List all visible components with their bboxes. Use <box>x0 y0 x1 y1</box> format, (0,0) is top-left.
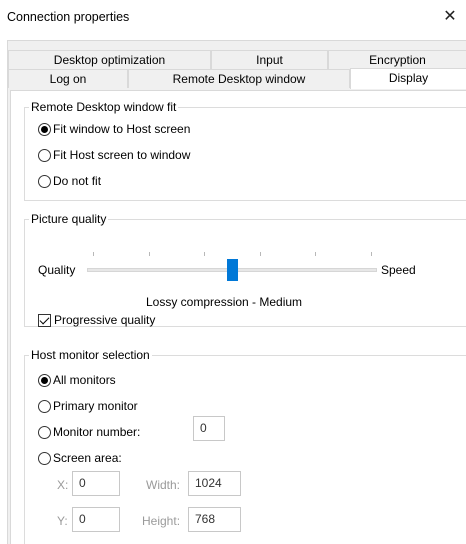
fit-host-to-window-radio[interactable] <box>38 148 51 162</box>
do-not-fit-option[interactable]: Do not fit <box>38 173 101 189</box>
close-icon[interactable]: ✕ <box>440 8 460 26</box>
slider-tick <box>93 252 94 256</box>
slider-tick <box>371 252 372 256</box>
height-field[interactable]: 768 <box>188 507 241 532</box>
compression-caption: Lossy compression - Medium <box>146 295 303 309</box>
all-monitors-option[interactable]: All monitors <box>38 372 116 388</box>
x-label: X: <box>57 478 69 492</box>
screen-area-option[interactable]: Screen area: <box>38 450 122 466</box>
slider-tick <box>204 252 205 256</box>
window-title: Connection properties <box>7 10 130 24</box>
tab-input[interactable]: Input <box>211 50 328 69</box>
do-not-fit-label: Do not fit <box>53 174 102 188</box>
monitor-number-label: Monitor number: <box>53 425 141 439</box>
tab-display[interactable]: Display <box>350 68 466 89</box>
width-field[interactable]: 1024 <box>188 471 241 496</box>
monitor-number-radio[interactable] <box>38 425 51 439</box>
window-fit-legend: Remote Desktop window fit <box>29 100 179 114</box>
tab-log-on[interactable]: Log on <box>8 69 128 88</box>
slider-tick <box>149 252 150 256</box>
x-field[interactable]: 0 <box>72 471 120 496</box>
dialog-body: Desktop optimization Input Encryption Lo… <box>7 40 466 544</box>
speed-label: Speed <box>381 263 416 277</box>
tab-row-bottom: Log on Remote Desktop window Display <box>8 68 466 89</box>
monitor-number-option[interactable]: Monitor number: <box>38 424 140 440</box>
primary-monitor-radio[interactable] <box>38 399 51 413</box>
slider-tick <box>315 252 316 256</box>
screen-area-radio[interactable] <box>38 451 51 465</box>
y-field[interactable]: 0 <box>72 507 120 532</box>
all-monitors-label: All monitors <box>53 373 116 387</box>
monitor-selection-legend: Host monitor selection <box>29 348 152 362</box>
tab-remote-desktop-window[interactable]: Remote Desktop window <box>128 69 350 88</box>
screen-area-label: Screen area: <box>53 451 122 465</box>
progressive-quality-label: Progressive quality <box>54 313 156 327</box>
monitor-number-field[interactable]: 0 <box>193 416 225 441</box>
do-not-fit-radio[interactable] <box>38 174 51 188</box>
title-bar: Connection properties ✕ <box>0 0 466 34</box>
fit-window-to-host-option[interactable]: Fit window to Host screen <box>38 121 190 137</box>
display-tab-panel: Remote Desktop window fit Fit window to … <box>10 90 466 544</box>
fit-host-to-window-label: Fit Host screen to window <box>53 148 191 162</box>
tab-encryption[interactable]: Encryption <box>328 50 466 69</box>
height-label: Height: <box>142 514 181 528</box>
width-label: Width: <box>146 478 181 492</box>
slider-thumb[interactable] <box>227 259 238 281</box>
quality-slider[interactable] <box>87 250 377 281</box>
all-monitors-radio[interactable] <box>38 373 51 387</box>
quality-label: Quality <box>38 263 76 277</box>
fit-window-to-host-label: Fit window to Host screen <box>53 122 191 136</box>
picture-quality-group: Picture quality Quality Speed Lossy comp… <box>24 212 466 328</box>
monitor-selection-group: Host monitor selection All monitors Prim… <box>24 348 466 544</box>
slider-tick <box>260 252 261 256</box>
picture-quality-legend: Picture quality <box>29 212 109 226</box>
window-fit-group: Remote Desktop window fit Fit window to … <box>24 100 466 201</box>
progressive-quality-checkbox[interactable] <box>38 313 51 327</box>
tab-row-top: Desktop optimization Input Encryption <box>8 50 466 69</box>
progressive-quality-option[interactable]: Progressive quality <box>38 312 155 328</box>
fit-window-to-host-radio[interactable] <box>38 122 51 136</box>
tab-desktop-optimization[interactable]: Desktop optimization <box>8 50 211 69</box>
fit-host-to-window-option[interactable]: Fit Host screen to window <box>38 147 190 163</box>
primary-monitor-option[interactable]: Primary monitor <box>38 398 138 414</box>
primary-monitor-label: Primary monitor <box>53 399 138 413</box>
y-label: Y: <box>57 514 68 528</box>
